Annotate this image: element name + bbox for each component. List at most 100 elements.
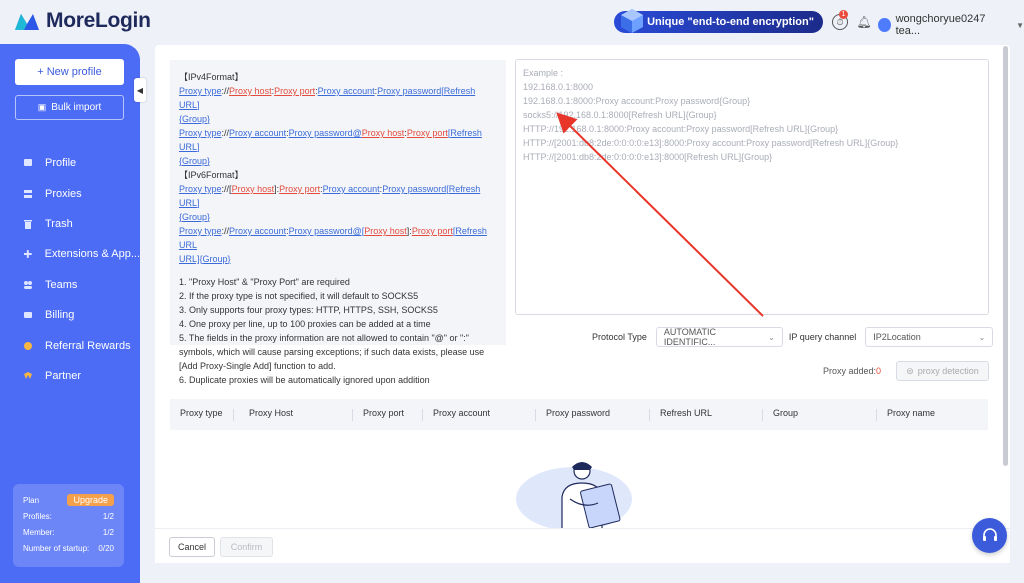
protocol-type-label: Protocol Type <box>592 332 647 342</box>
chevron-down-icon: ▼ <box>1016 20 1024 30</box>
protocol-type-select[interactable]: AUTOMATIC IDENTIFIC... ⌄ <box>655 327 783 347</box>
table-header: Proxy type Proxy Host Proxy port Proxy a… <box>170 399 988 430</box>
format-instructions: 【IPv4Format】 Proxy type://Proxy host:Pro… <box>170 60 506 385</box>
page-scrollbar[interactable] <box>1003 46 1008 466</box>
protocol-type-value: AUTOMATIC IDENTIFIC... <box>663 327 717 347</box>
chevron-down-icon: ⌄ <box>768 332 775 342</box>
sidebar-item-label: Proxies <box>45 187 82 200</box>
top-bar: MoreLogin Unique "end-to-end encryption"… <box>0 0 1024 44</box>
proxy-table: Proxy type Proxy Host Proxy port Proxy a… <box>170 399 988 529</box>
ip-channel-value: IP2Location <box>873 332 921 342</box>
startup-value: 0/20 <box>98 543 114 553</box>
placeholder-line: HTTP://192.168.0.1:8000:Proxy account:Pr… <box>523 124 839 134</box>
sidebar-item-proxies[interactable]: Proxies <box>0 178 140 208</box>
sidebar-nav: Profile Proxies Trash Extensions & App..… <box>0 148 140 391</box>
sidebar-item-billing[interactable]: Billing <box>0 300 140 330</box>
profile-icon <box>24 159 32 167</box>
username: wongchoryue0247 tea... <box>895 13 986 37</box>
partner-icon <box>24 371 32 379</box>
rule-item: 6. Duplicate proxies will be automatical… <box>179 375 430 385</box>
ip-channel-select[interactable]: IP2Location ⌄ <box>865 327 994 347</box>
column-divider <box>233 409 234 421</box>
rules-list: 1. "Proxy Host" & "Proxy Port" are requi… <box>179 275 497 387</box>
new-profile-button[interactable]: + New profile <box>15 59 124 85</box>
morelogin-logo-icon <box>15 14 39 30</box>
bulk-import-button[interactable]: ▣ Bulk import <box>15 95 124 120</box>
proxy-added-text: Proxy added:0 <box>822 366 881 376</box>
bulk-import-panel: 【IPv4Format】 Proxy type://Proxy host:Pro… <box>155 45 1010 563</box>
encryption-banner-text: Unique "end-to-end encryption" <box>647 16 814 28</box>
ipv6-format-1: Proxy type://[Proxy host]:Proxy port:Pro… <box>179 184 481 222</box>
bell-icon[interactable]: 🔔︎ <box>856 14 872 30</box>
chevron-down-icon: ⌄ <box>978 332 986 342</box>
placeholder-line: HTTP://[2001:db8:2de:0:0:0:0:e13]:8000[R… <box>523 152 773 162</box>
column-divider <box>422 409 423 421</box>
column-header: Proxy account <box>433 408 491 418</box>
sidebar-item-referral[interactable]: Referral Rewards <box>0 330 140 360</box>
placeholder-line: 192.168.0.1:8000 <box>523 82 594 92</box>
column-divider <box>762 409 763 421</box>
ipv6-heading: 【IPv6Format】 <box>179 170 244 180</box>
cancel-button[interactable]: Cancel <box>169 537 215 557</box>
proxy-input-textarea[interactable]: Example : 192.168.0.1:8000 192.168.0.1:8… <box>515 59 989 315</box>
encryption-banner[interactable]: Unique "end-to-end encryption" <box>614 9 823 33</box>
collapse-sidebar-button[interactable]: ◀ <box>134 78 146 102</box>
plan-label: Plan <box>23 495 40 505</box>
sidebar-item-trash[interactable]: Trash <box>0 209 140 239</box>
column-header: Refresh URL <box>660 408 713 418</box>
proxy-detection-button[interactable]: ⊜ proxy detection <box>896 361 989 381</box>
rule-item: 2. If the proxy type is not specified, i… <box>179 291 419 301</box>
confirm-button[interactable]: Confirm <box>220 537 273 557</box>
trash-icon <box>24 219 32 229</box>
upgrade-button[interactable]: Upgrade <box>67 494 114 506</box>
sidebar-item-label: Partner <box>45 369 82 382</box>
sidebar-item-partner[interactable]: Partner <box>0 361 140 391</box>
sidebar-item-label: Billing <box>45 309 75 322</box>
sidebar: + New profile ▣ Bulk import Profile Prox… <box>0 44 140 583</box>
support-button[interactable] <box>972 518 1007 553</box>
column-header: Proxy type <box>180 408 223 418</box>
ipv4-format-1: Proxy type://Proxy host:Proxy port:Proxy… <box>179 86 476 124</box>
sidebar-item-label: Trash <box>45 217 73 230</box>
user-menu[interactable]: wongchoryue0247 tea... ▼ <box>878 13 1024 37</box>
sidebar-item-teams[interactable]: Teams <box>0 270 140 300</box>
rule-item: 1. "Proxy Host" & "Proxy Port" are requi… <box>179 277 350 287</box>
shield-cube-icon <box>621 9 643 33</box>
rule-item: 4. One proxy per line, up to 100 proxies… <box>179 319 431 329</box>
app-title: MoreLogin <box>46 9 151 32</box>
plan-card: Plan Upgrade Profiles: 1/2 Member: 1/2 N… <box>13 484 124 567</box>
profiles-label: Profiles: <box>23 511 52 521</box>
ipv6-format-2: Proxy type://Proxy account:Proxy passwor… <box>179 226 487 264</box>
member-value: 1/2 <box>102 527 114 537</box>
dialog-footer: Cancel Confirm <box>155 528 1010 563</box>
placeholder-line: 192.168.0.1:8000:Proxy account:Proxy pas… <box>523 96 751 106</box>
ipv4-heading: 【IPv4Format】 <box>179 72 244 82</box>
teams-icon <box>24 280 32 289</box>
proxy-detection-label: proxy detection <box>917 366 979 376</box>
extensions-icon <box>23 250 32 259</box>
billing-icon <box>24 312 32 319</box>
sidebar-item-label: Teams <box>45 278 78 291</box>
proxies-icon <box>24 189 32 198</box>
column-divider <box>352 409 353 421</box>
member-label: Member: <box>23 527 55 537</box>
sidebar-item-label: Profile <box>45 157 77 170</box>
bulk-import-label: Bulk import <box>51 102 102 113</box>
import-icon: ▣ <box>37 102 47 112</box>
headset-icon <box>982 527 997 541</box>
column-header: Group <box>773 408 799 418</box>
ip-channel-label: IP query channel <box>788 332 857 342</box>
placeholder-line: HTTP://[2001:db8:2de:0:0:0:0:e13]:8000:P… <box>523 138 899 148</box>
startup-label: Number of startup: <box>23 543 90 553</box>
rule-item: 3. Only supports four proxy types: HTTP,… <box>179 305 438 315</box>
column-header: Proxy name <box>887 408 936 418</box>
sidebar-item-profile[interactable]: Profile <box>0 148 140 178</box>
protocol-type-row: Protocol Type AUTOMATIC IDENTIFIC... ⌄ I… <box>592 327 994 347</box>
column-header: Proxy password <box>546 408 611 418</box>
column-header: Proxy Host <box>249 408 294 418</box>
app-logo[interactable]: MoreLogin <box>14 9 151 33</box>
sidebar-item-label: Extensions & App... <box>44 248 140 261</box>
ipv4-format-2: Proxy type://Proxy account:Proxy passwor… <box>179 128 482 166</box>
column-header: Proxy port <box>363 408 405 418</box>
sidebar-item-extensions[interactable]: Extensions & App... <box>0 239 140 269</box>
